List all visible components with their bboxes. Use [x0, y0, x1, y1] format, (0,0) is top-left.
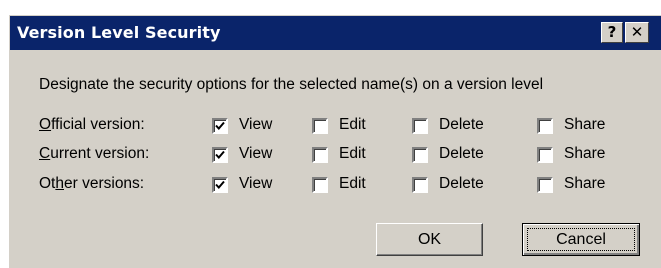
check-mark-icon: [215, 121, 225, 130]
help-button[interactable]: ?: [601, 22, 623, 43]
description-text: Designate the security options for the s…: [39, 76, 544, 93]
mnemonic: h: [55, 175, 64, 192]
row-label: Current version:: [39, 145, 150, 162]
share-checkbox[interactable]: [537, 147, 553, 163]
share-label: Share: [564, 116, 606, 133]
delete-label: Delete: [439, 175, 484, 192]
close-icon: ✕: [630, 23, 644, 41]
view-checkbox[interactable]: [212, 147, 228, 163]
share-label: Share: [564, 145, 606, 162]
delete-label: Delete: [439, 145, 484, 162]
ok-button[interactable]: OK: [376, 223, 483, 256]
view-label: View: [239, 116, 273, 133]
edit-label: Edit: [339, 116, 366, 133]
title-bar[interactable]: Version Level Security ? ✕: [10, 16, 661, 50]
mnemonic: O: [39, 116, 52, 133]
dialog-title: Version Level Security: [17, 23, 221, 42]
edit-checkbox[interactable]: [312, 177, 328, 193]
version-level-security-dialog: Version Level Security ? ✕ Designate the…: [8, 14, 661, 268]
mnemonic: C: [39, 145, 51, 162]
edit-checkbox[interactable]: [312, 147, 328, 163]
share-label: Share: [564, 175, 606, 192]
check-mark-icon: [215, 180, 225, 189]
row-label: Official version:: [39, 116, 145, 133]
check-mark-icon: [215, 150, 225, 159]
share-checkbox[interactable]: [537, 177, 553, 193]
delete-checkbox[interactable]: [412, 177, 428, 193]
edit-checkbox[interactable]: [312, 118, 328, 134]
row-label: Other versions:: [39, 175, 145, 192]
delete-checkbox[interactable]: [412, 147, 428, 163]
close-button[interactable]: ✕: [625, 22, 649, 43]
view-checkbox[interactable]: [212, 118, 228, 134]
edit-label: Edit: [339, 145, 366, 162]
share-checkbox[interactable]: [537, 118, 553, 134]
edit-label: Edit: [339, 175, 366, 192]
focus-rectangle: [527, 228, 635, 251]
delete-checkbox[interactable]: [412, 118, 428, 134]
view-label: View: [239, 145, 273, 162]
view-label: View: [239, 175, 273, 192]
delete-label: Delete: [439, 116, 484, 133]
cancel-button[interactable]: Cancel: [522, 223, 640, 256]
view-checkbox[interactable]: [212, 177, 228, 193]
